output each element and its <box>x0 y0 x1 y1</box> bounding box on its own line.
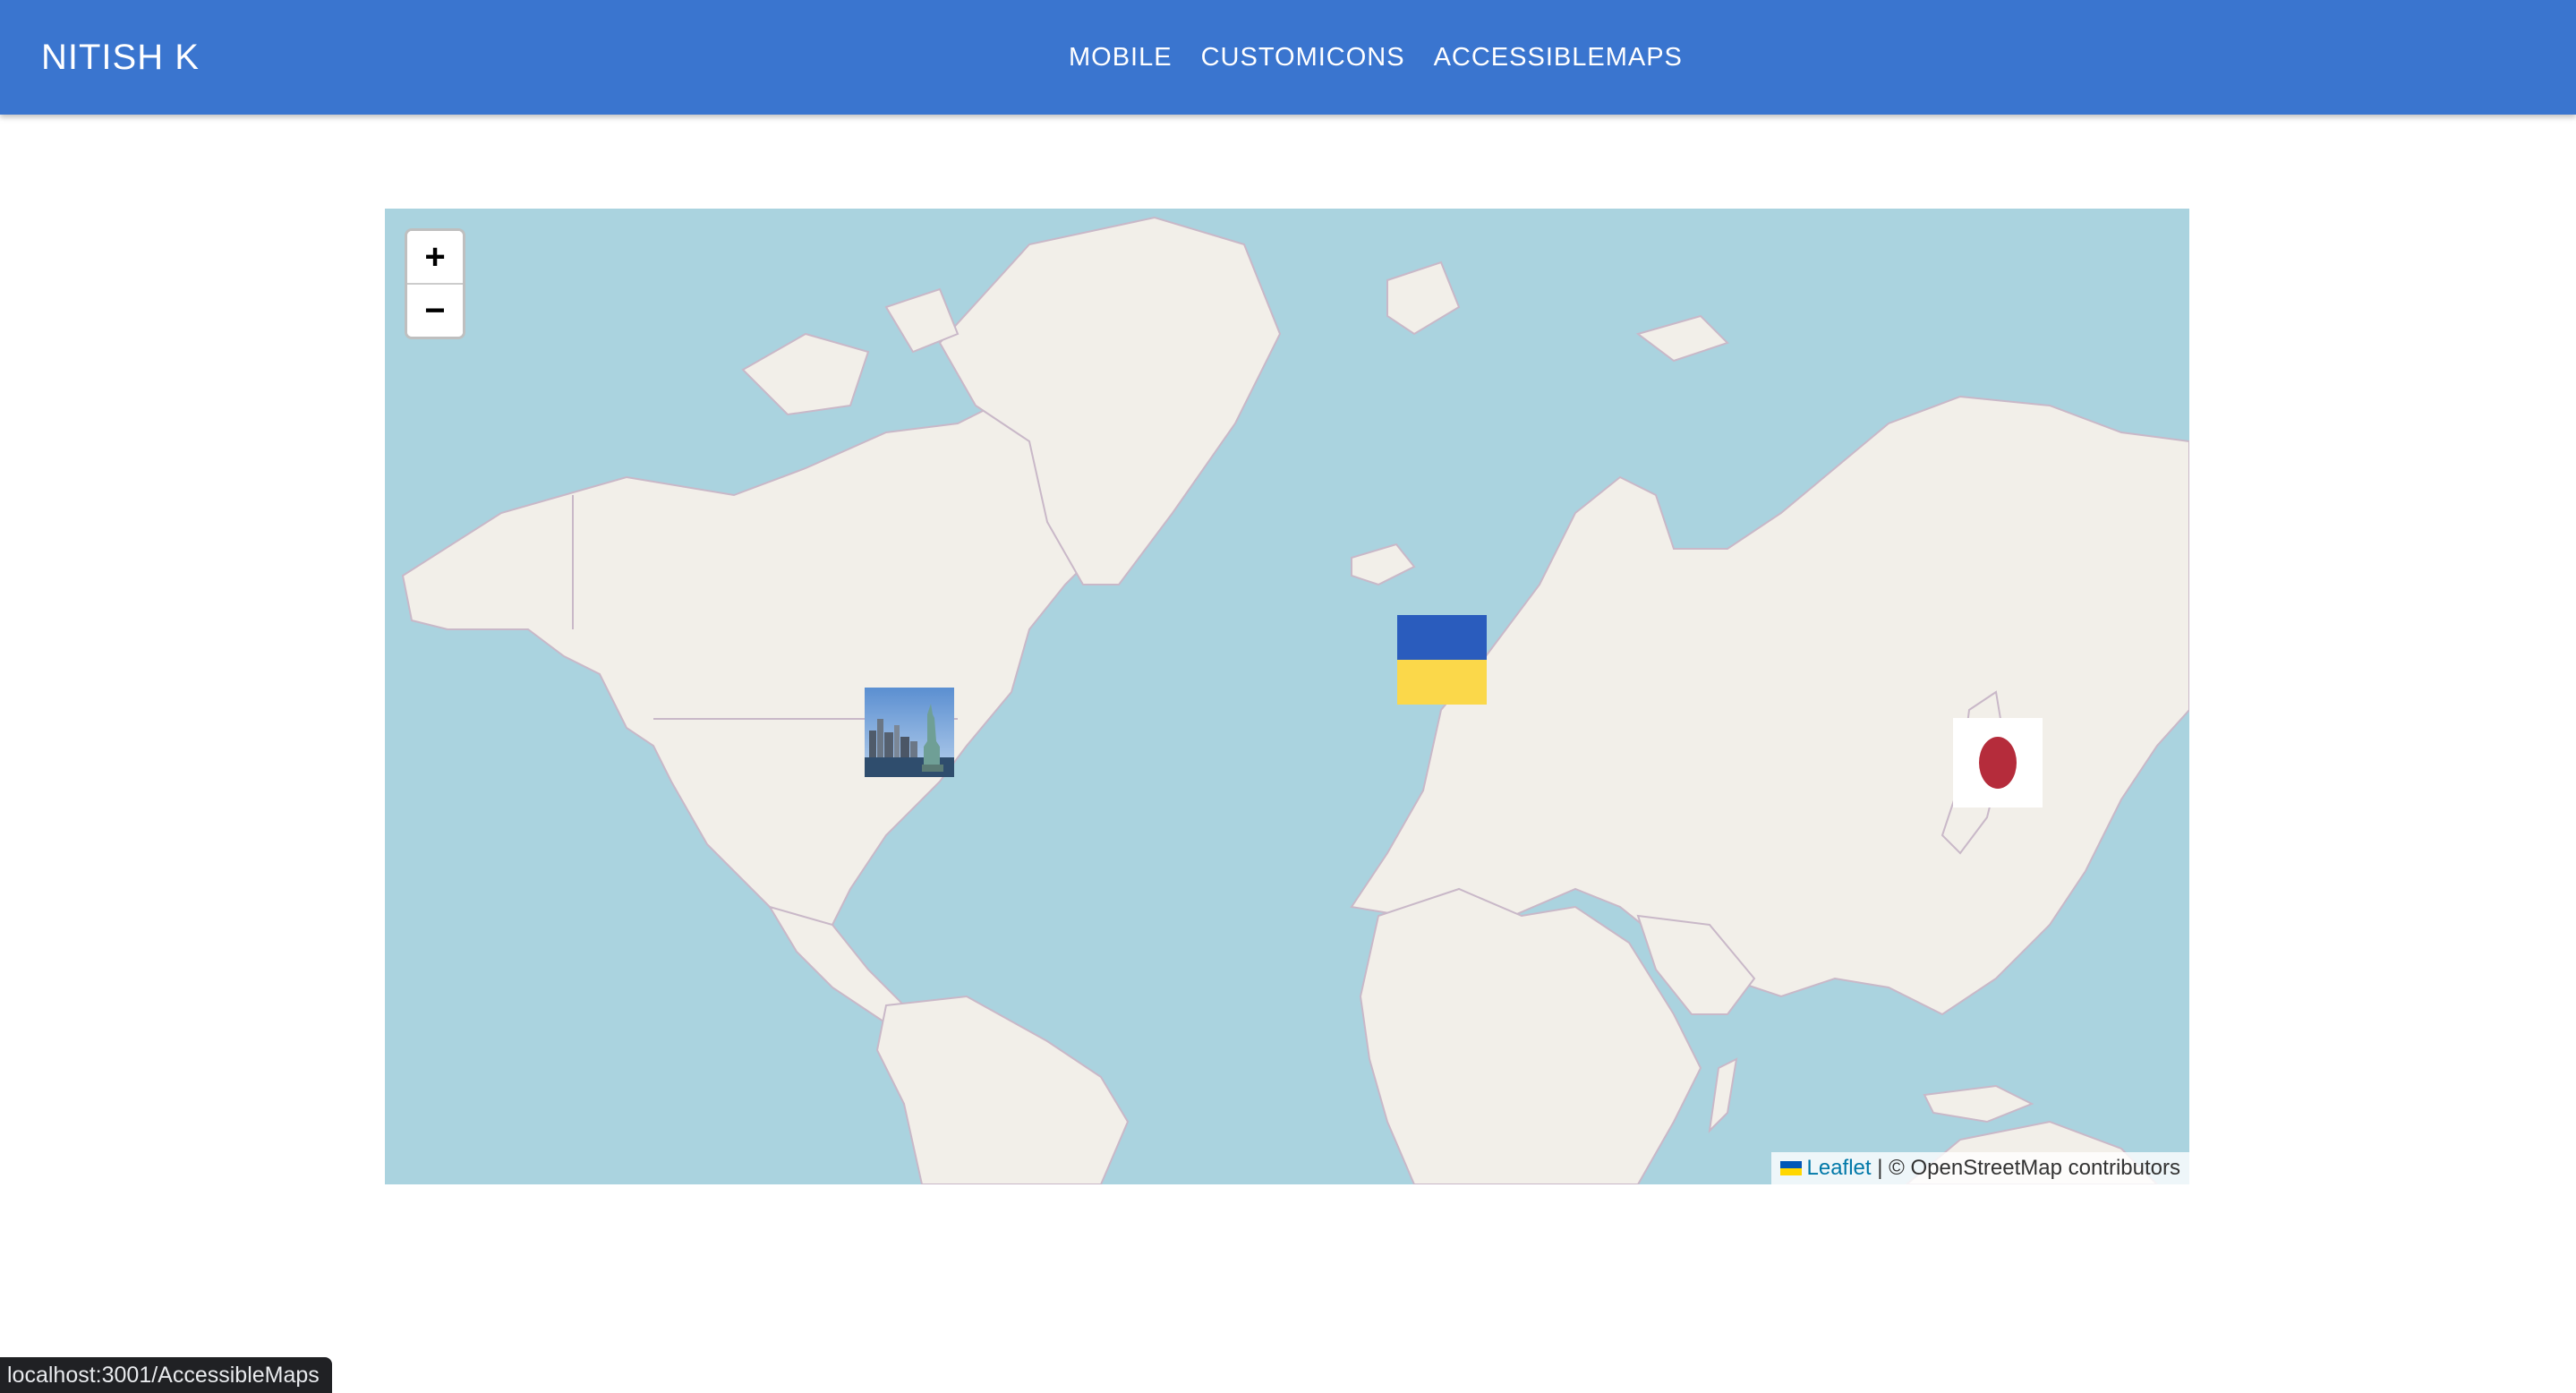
nav-link-mobile[interactable]: MOBILE <box>1054 34 1187 81</box>
new-york-marker[interactable] <box>865 688 954 777</box>
attribution-separator: | <box>1877 1156 1883 1180</box>
world-basemap[interactable] <box>385 209 2189 1184</box>
statue-of-liberty-photo-icon <box>865 688 954 777</box>
canadian-arctic-islands <box>741 332 870 416</box>
ukraine-marker[interactable] <box>1397 615 1487 705</box>
zoom-out-button[interactable]: − <box>407 283 463 337</box>
osm-attribution-text: © OpenStreetMap contributors <box>1889 1156 2180 1180</box>
ukraine-flag-icon <box>1779 1161 1802 1175</box>
zoom-control: + − <box>405 228 465 339</box>
indonesia-landmass <box>1923 1084 2034 1124</box>
nav-link-accessiblemaps[interactable]: ACCESSIBLEMAPS <box>1420 34 1697 81</box>
south-america-landmass <box>875 995 1130 1184</box>
top-nav: MOBILE CUSTOMICONS ACCESSIBLEMAPS <box>1054 0 1697 115</box>
nav-link-customicons[interactable]: CUSTOMICONS <box>1187 34 1420 81</box>
madagascar-landmass <box>1708 1057 1738 1133</box>
zoom-in-button[interactable]: + <box>407 231 463 283</box>
arctic-islands-landmass-2 <box>1635 314 1729 363</box>
app-bar: NITISH K MOBILE CUSTOMICONS ACCESSIBLEMA… <box>0 0 2576 115</box>
arctic-islands-landmass <box>1386 261 1461 336</box>
leaflet-link[interactable]: Leaflet <box>1807 1156 1872 1180</box>
japan-marker[interactable] <box>1953 718 2043 808</box>
brand-title[interactable]: NITISH K <box>41 0 200 115</box>
ukraine-flag-icon <box>1397 615 1487 705</box>
map-container[interactable]: + − Leaflet | © OpenStreetMap contributo… <box>385 209 2189 1184</box>
japan-flag-icon <box>1953 718 2043 808</box>
browser-status-url: localhost:3001/AccessibleMaps <box>0 1357 332 1393</box>
map-attribution: Leaflet | © OpenStreetMap contributors <box>1770 1152 2189 1184</box>
iceland-landmass <box>1351 543 1416 586</box>
